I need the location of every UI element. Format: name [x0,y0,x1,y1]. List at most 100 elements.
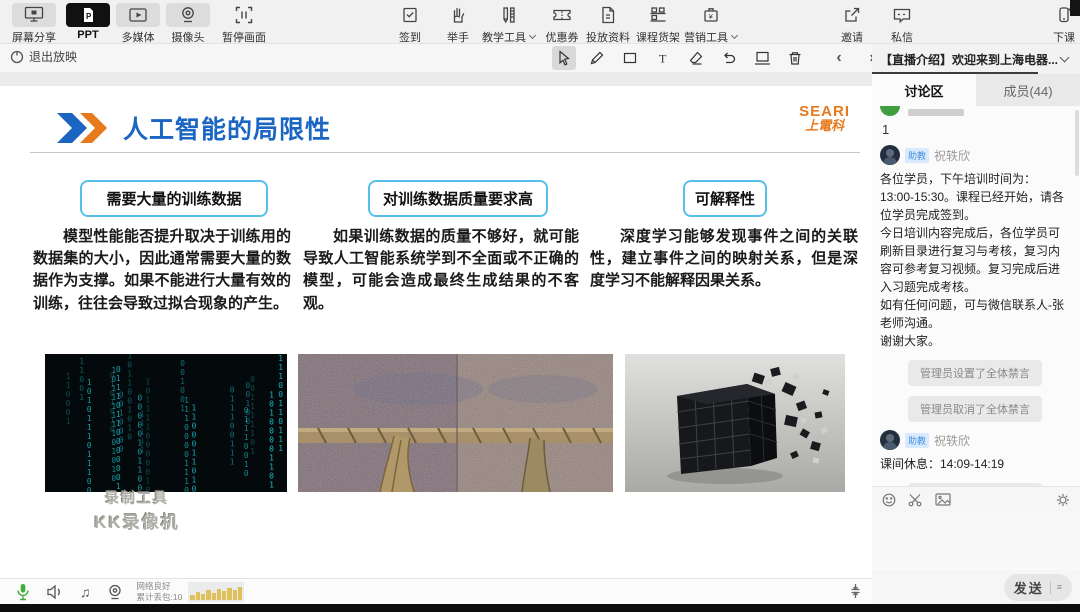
webinar-app-window: 屏幕分享 P PPT 多媒体 摄像头 暂停画面 签到 举手 教学工具 优惠券 投… [0,0,1080,612]
tab-members[interactable]: 成员(44) [976,74,1080,106]
screen-share-button[interactable]: 屏幕分享 [12,3,56,45]
speaker-icon[interactable] [46,584,64,600]
image-upload-icon[interactable] [935,493,951,506]
svg-text:0: 0 [244,451,249,460]
svg-text:0: 0 [116,455,121,464]
webcam-button[interactable]: 摄像头 [166,3,210,45]
multimedia-button[interactable]: 多媒体 [116,3,160,45]
live-intro-header[interactable]: 【直播介绍】欢迎来到上海电器... [872,44,1080,74]
svg-text:0: 0 [110,389,115,398]
svg-text:1: 1 [145,476,150,485]
teaching-tools-button[interactable]: 教学工具 [482,3,537,45]
svg-text:1: 1 [180,404,185,413]
matrix-code-image: 1110000111000110111001010111111010100010… [45,354,287,492]
svg-text:1: 1 [278,435,283,444]
chat-message-list[interactable]: 1 助教 祝轶欣 各位学员，下午培训时间为：13:00-15:30。课程已经开始… [872,106,1080,486]
svg-text:0: 0 [66,390,71,399]
chat-message-truncated: 1 [880,106,1070,137]
course-shelf-button[interactable]: 课程货架 [636,3,680,45]
svg-text:1: 1 [184,459,189,468]
svg-text:1: 1 [244,433,249,442]
sign-in-button[interactable]: 签到 [388,3,432,45]
chat-settings-icon[interactable] [1056,493,1070,507]
svg-text:1: 1 [137,439,142,448]
svg-text:0: 0 [269,445,274,454]
pause-screen-button[interactable]: 暂停画面 [222,3,266,45]
svg-text:0: 0 [278,381,283,390]
private-message-button[interactable]: 私信 [880,3,924,45]
limitation-heading-1: 需要大量的训练数据 [80,180,268,217]
svg-text:1: 1 [269,454,274,463]
ppt-icon: P [66,3,110,27]
eraser-tool[interactable] [684,46,708,70]
svg-text:1: 1 [127,379,132,388]
cursor-tool[interactable] [552,46,576,70]
svg-text:0: 0 [79,384,84,393]
window-bottom-edge [0,604,1080,612]
svg-text:1: 1 [250,429,255,438]
username: 祝轶欣 [934,433,971,448]
svg-text:1: 1 [87,459,92,468]
ppt-button[interactable]: P PPT [66,3,110,41]
microphone-icon[interactable] [16,583,30,601]
svg-text:0: 0 [269,472,274,481]
slide: 人工智能的局限性 SEARI 上電科 需要大量的训练数据 对训练数据质量要求高 … [0,86,872,578]
svg-text:0: 0 [119,427,124,436]
chat-message: 助教 祝轶欣 课间休息：14:09-14:19 [880,430,1070,473]
exit-presentation-button[interactable]: 退出放映 [10,48,77,65]
marketing-tools-button[interactable]: ¥ 营销工具 [684,3,739,45]
screenshot-scissors-icon[interactable] [908,493,923,507]
svg-text:0: 0 [145,449,150,458]
send-options-icon[interactable]: ≡ [1057,582,1062,592]
clear-annotations-tool[interactable] [783,46,807,70]
svg-text:0: 0 [79,375,84,384]
svg-text:0: 0 [244,442,249,451]
collapse-panel-icon[interactable] [848,583,863,599]
svg-text:1: 1 [127,370,132,379]
screen-annotate-tool[interactable] [750,46,774,70]
invite-button[interactable]: 邀请 [830,3,874,45]
background-music-icon[interactable]: ♫ [80,584,91,600]
svg-text:0: 0 [66,408,71,417]
system-notice: 管理员取消了全体禁言 [880,396,1070,422]
svg-text:0: 0 [192,422,197,431]
send-button[interactable]: 发送 ≡ [1003,573,1072,601]
rectangle-tool[interactable] [618,46,642,70]
multimedia-icon [116,3,160,27]
prev-slide-button[interactable]: ‹ [830,49,848,67]
chat-input[interactable] [872,512,1080,570]
svg-text:1: 1 [180,377,185,386]
annotation-tools: T ‹ [552,46,881,70]
course-shelf-icon [636,3,680,27]
raise-hand-button[interactable]: 举手 [436,3,480,45]
svg-text:0: 0 [116,464,121,473]
recorder-watermark: 录制工具 KK录像机 [94,490,180,532]
rope-image [298,354,613,492]
text-tool[interactable]: T [651,46,675,70]
exit-presentation-icon [10,50,24,63]
svg-text:1: 1 [269,409,274,418]
svg-text:1: 1 [87,378,92,387]
svg-text:1: 1 [230,395,235,404]
svg-text:0: 0 [184,450,189,459]
push-materials-button[interactable]: 投放资料 [586,3,630,45]
tab-discussion[interactable]: 讨论区 [872,74,976,106]
coupon-button[interactable]: 优惠券 [540,3,584,45]
svg-text:0: 0 [269,436,274,445]
undo-tool[interactable] [717,46,741,70]
invite-icon [830,3,874,27]
svg-text:0: 0 [87,441,92,450]
push-materials-icon [586,3,630,27]
svg-text:0: 0 [184,423,189,432]
svg-text:1: 1 [250,402,255,411]
emoji-icon[interactable] [882,493,896,507]
chat-scrollbar[interactable] [1075,110,1079,176]
svg-text:P: P [86,12,92,21]
svg-text:0: 0 [230,422,235,431]
svg-text:1: 1 [110,416,115,425]
camera-status-icon[interactable] [107,584,123,600]
pen-tool[interactable] [585,46,609,70]
svg-text:0: 0 [137,421,142,430]
svg-text:1: 1 [230,440,235,449]
svg-text:0: 0 [137,475,142,484]
